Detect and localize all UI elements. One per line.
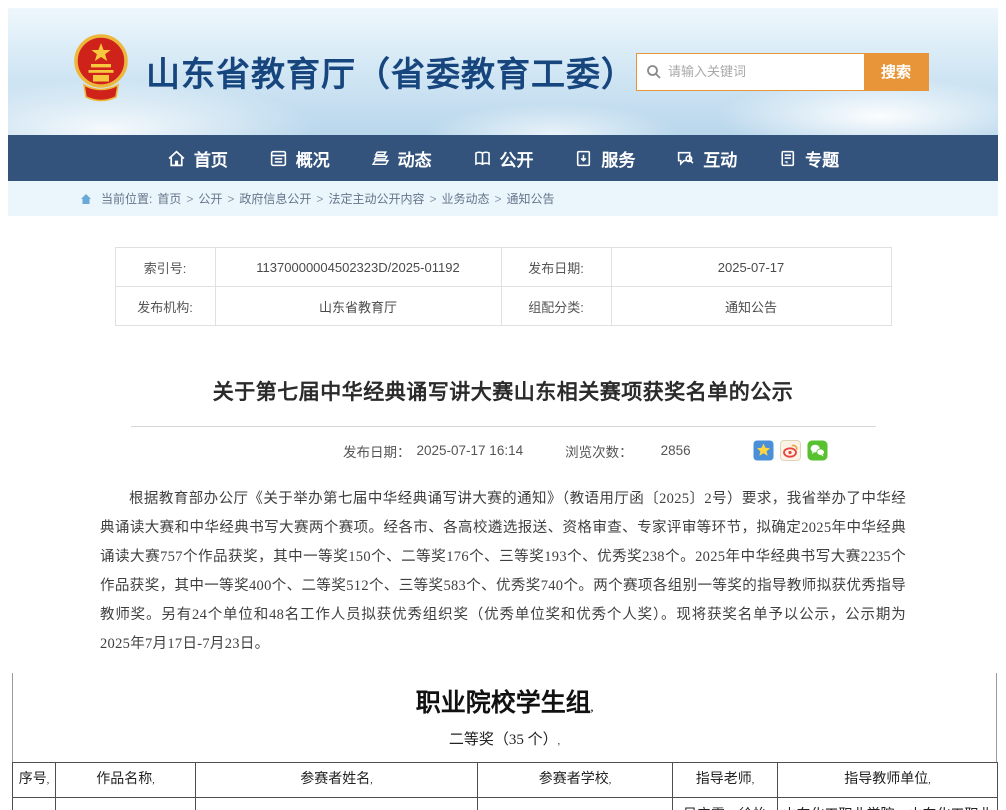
paragraph-mark: , (609, 775, 612, 786)
article-body: 根据教育部办公厅《关于举办第七届中华经典诵写讲大赛的通知》（教语用厅函〔2025… (100, 485, 906, 659)
meta-views-label: 浏览次数： (565, 441, 633, 461)
paragraph-mark: , (928, 775, 931, 786)
breadcrumb-separator: > (494, 192, 501, 206)
cell-school: 山东化工职业学院, (478, 798, 673, 810)
col-header-teacher-unit: 指导教师单位, (778, 763, 998, 798)
breadcrumb-separator: > (227, 192, 234, 206)
nav-item-services[interactable]: 服务 (574, 146, 635, 171)
index-value: 11370000004502323D/2025-01192 (215, 248, 501, 287)
paragraph-mark: , (591, 703, 594, 714)
cell-teacher-units: 山东化工职业学院、山东化工职业学院, (778, 798, 998, 810)
nav-item-interaction[interactable]: 互动 (676, 146, 737, 171)
index-label: 索引号: (115, 248, 215, 287)
nav-label: 动态 (398, 146, 432, 171)
wechat-icon[interactable] (807, 440, 828, 461)
category-value: 通知公告 (611, 287, 891, 326)
site-title: 山东省教育厅（省委教育工委） (146, 47, 636, 96)
nav-item-news[interactable]: 动态 (371, 146, 432, 171)
breadcrumb-separator: > (316, 192, 323, 206)
location-pin-icon (80, 193, 92, 205)
chat-magnifier-icon (676, 149, 695, 168)
nav-label: 互动 (703, 146, 737, 171)
overview-icon (269, 149, 288, 168)
search-button[interactable]: 搜索 (864, 54, 928, 90)
table-row: 15, 《岳阳楼记》, 王晓峰, 山东化工职业学院, 吴宁霞、徐怡然, 山东化工… (13, 798, 998, 810)
nav-item-home[interactable]: 首页 (167, 146, 228, 171)
breadcrumb-item-gov-info[interactable]: 政府信息公开 (239, 190, 311, 207)
paragraph-mark: , (558, 736, 561, 747)
topic-list-icon (778, 149, 797, 168)
paragraph-mark: , (752, 775, 755, 786)
award-table: 序号, 作品名称, 参赛者姓名, 参赛者学校, 指导老师, 指导教师单位, 15… (12, 762, 998, 810)
award-group-title-text: 职业院校学生组 (416, 690, 591, 717)
breadcrumb-item-disclosure[interactable]: 公开 (198, 190, 222, 207)
org-label: 发布机构: (115, 287, 215, 326)
nav-label: 首页 (194, 146, 228, 171)
table-row: 发布机构: 山东省教育厅 组配分类: 通知公告 (115, 287, 891, 326)
award-group-title: 职业院校学生组, (13, 683, 996, 719)
col-header-contestant: 参赛者姓名, (196, 763, 478, 798)
doc-info-table: 索引号: 11370000004502323D/2025-01192 发布日期:… (115, 247, 892, 326)
award-subtitle: 二等奖（35 个）, (13, 728, 996, 762)
nav-label: 公开 (500, 146, 534, 171)
favorite-icon[interactable] (753, 440, 774, 461)
col-header-no: 序号, (13, 763, 56, 798)
nav-label: 专题 (805, 146, 839, 171)
col-header-school: 参赛者学校, (478, 763, 673, 798)
page-title: 关于第七届中华经典诵写讲大赛山东相关赛项获奖名单的公示 (0, 376, 1006, 406)
breadcrumb-separator: > (186, 192, 193, 206)
breadcrumb-item-home[interactable]: 首页 (157, 190, 181, 207)
national-emblem-logo (72, 33, 130, 110)
meta-views-value: 2856 (661, 443, 691, 458)
nav-label: 服务 (601, 146, 635, 171)
col-header-teacher: 指导老师, (673, 763, 778, 798)
meta-date-value: 2025-07-17 16:14 (417, 443, 524, 458)
nav-item-overview[interactable]: 概况 (269, 146, 330, 171)
share-buttons (753, 440, 828, 461)
cell-work: 《岳阳楼记》, (56, 798, 196, 810)
nav-item-topics[interactable]: 专题 (778, 146, 839, 171)
document-check-icon (574, 149, 593, 168)
paragraph-mark: , (370, 775, 373, 786)
page: 山东省教育厅（省委教育工委） 搜索 首页 (0, 0, 1006, 810)
paragraph-mark: , (47, 775, 50, 786)
nav-label: 概况 (296, 146, 330, 171)
breadcrumb-prefix: 当前位置: (101, 190, 152, 207)
search-bar: 搜索 (636, 53, 929, 91)
category-label: 组配分类: (501, 287, 611, 326)
cell-no: 15, (13, 798, 56, 810)
pub-date-value: 2025-07-17 (611, 248, 891, 287)
site-header: 山东省教育厅（省委教育工委） 搜索 (8, 8, 998, 135)
org-value: 山东省教育厅 (215, 287, 501, 326)
title-divider (131, 426, 876, 427)
paragraph-mark: , (152, 775, 155, 786)
meta-date-label: 发布日期： (343, 441, 411, 461)
open-book-icon (473, 149, 492, 168)
cell-teachers: 吴宁霞、徐怡然, (673, 798, 778, 810)
weibo-icon[interactable] (780, 440, 801, 461)
breadcrumb-item-business[interactable]: 业务动态 (441, 190, 489, 207)
article-meta: 发布日期： 2025-07-17 16:14 浏览次数： 2856 (0, 440, 1006, 461)
award-section: 职业院校学生组, 二等奖（35 个）, (12, 673, 997, 762)
breadcrumb-separator: > (429, 192, 436, 206)
breadcrumb: 当前位置: 首页 > 公开 > 政府信息公开 > 法定主动公开内容 > 业务动态… (8, 181, 998, 216)
col-header-work: 作品名称, (56, 763, 196, 798)
breadcrumb-item-statutory[interactable]: 法定主动公开内容 (328, 190, 424, 207)
search-input[interactable] (662, 54, 864, 90)
table-row: 索引号: 11370000004502323D/2025-01192 发布日期:… (115, 248, 891, 287)
breadcrumb-item-notices[interactable]: 通知公告 (507, 190, 555, 207)
main-nav: 首页 概况 动态 公开 (8, 135, 998, 181)
cell-contestant: 王晓峰, (196, 798, 478, 810)
stacked-pages-icon (371, 149, 390, 168)
search-icon (637, 54, 662, 90)
award-subtitle-text: 二等奖（35 个） (449, 732, 558, 748)
home-icon (167, 149, 186, 168)
nav-item-disclosure[interactable]: 公开 (473, 146, 534, 171)
pub-date-label: 发布日期: (501, 248, 611, 287)
table-header-row: 序号, 作品名称, 参赛者姓名, 参赛者学校, 指导老师, 指导教师单位, (13, 763, 998, 798)
